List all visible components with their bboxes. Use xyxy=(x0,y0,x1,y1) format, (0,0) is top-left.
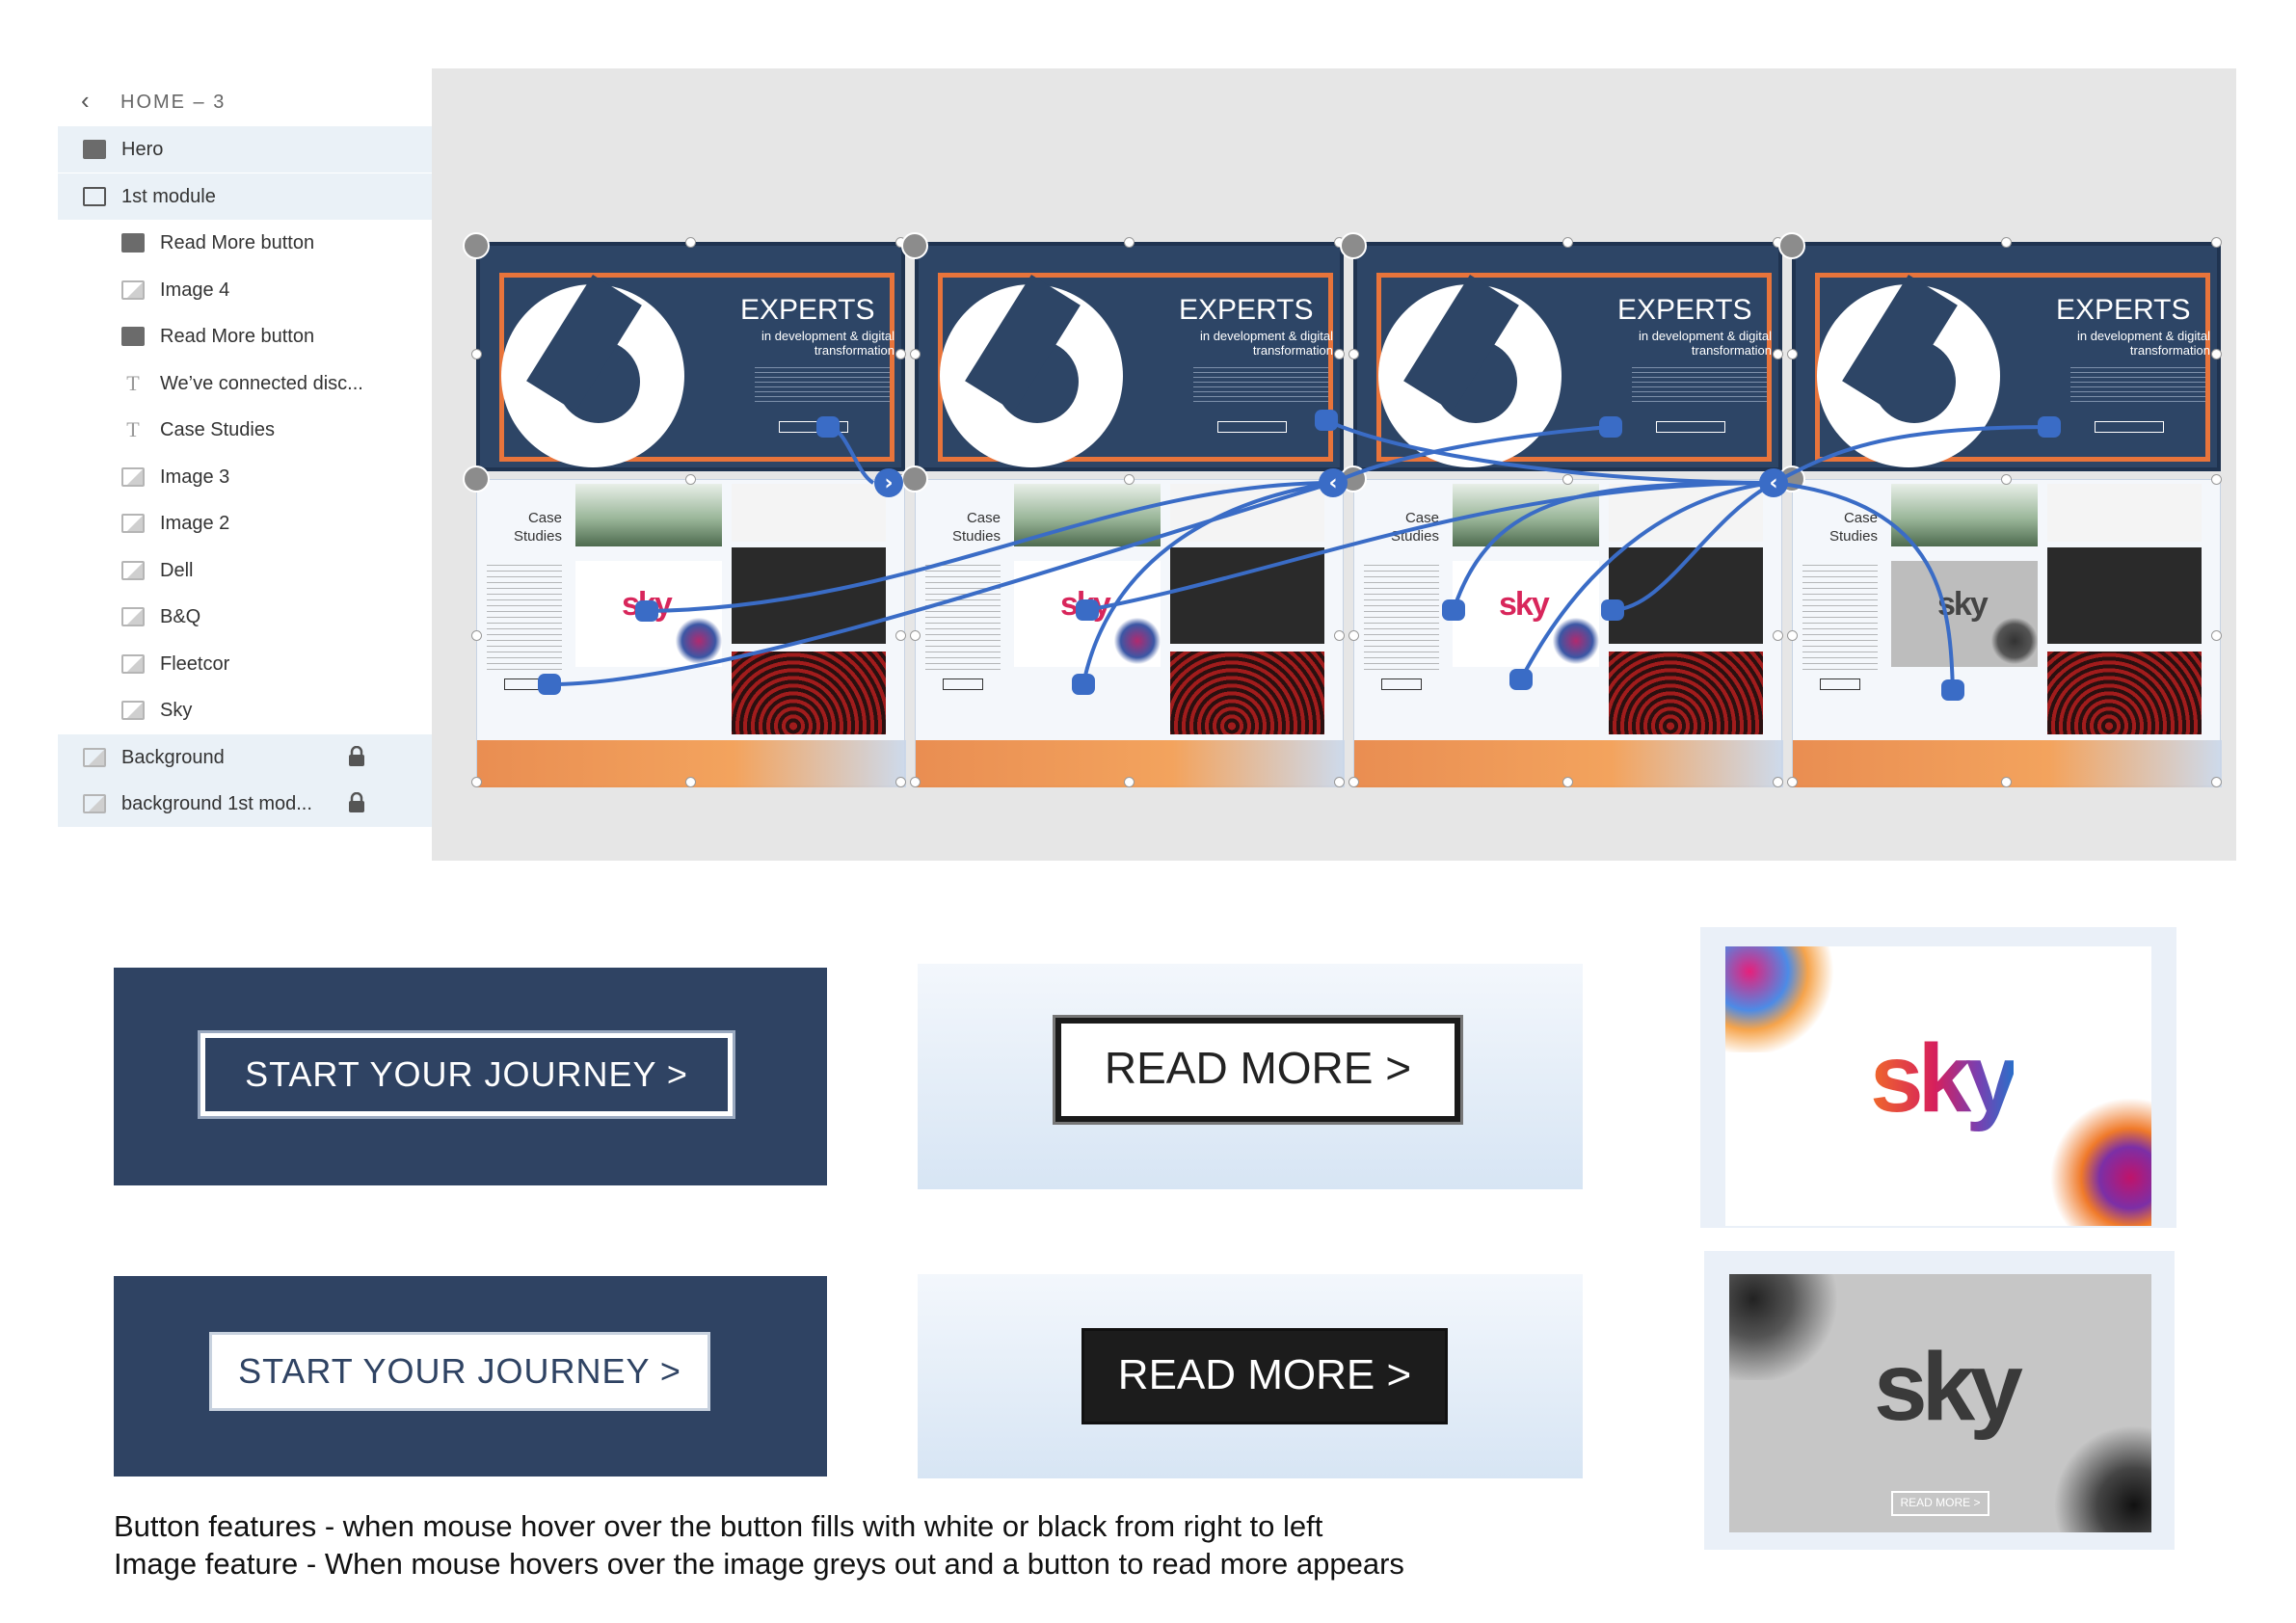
link-source-hotspot[interactable] xyxy=(1315,410,1338,431)
prototype-link[interactable] xyxy=(1612,481,1775,612)
folder-filled-icon xyxy=(121,327,145,346)
layer-label: 1st module xyxy=(121,185,216,207)
sky-image-card-hover[interactable]: sky READ MORE > xyxy=(1704,1251,2175,1550)
layer-label: B&Q xyxy=(160,606,201,627)
image-feature-note: Image feature - When mouse hovers over t… xyxy=(114,1547,1404,1581)
prototype-link[interactable] xyxy=(1773,481,1955,691)
layer-item[interactable]: Dell xyxy=(58,547,432,594)
sky-image: sky xyxy=(1725,946,2151,1226)
folder-outline-icon xyxy=(83,186,106,206)
folder-filled-icon xyxy=(121,233,145,253)
layer-item[interactable]: Sky xyxy=(58,687,432,733)
button-feature-note: Button features - when mouse hover over … xyxy=(114,1509,1323,1543)
layer-item[interactable]: B&Q xyxy=(58,594,432,640)
layer-item[interactable]: background 1st mod... xyxy=(58,781,432,827)
image-icon xyxy=(121,514,145,533)
image-icon xyxy=(121,560,145,580)
image-icon xyxy=(83,794,106,813)
arrow-glyph: ‹ xyxy=(1769,471,1777,495)
canvas[interactable]: EXPERTS in development & digital transfor… xyxy=(432,68,2236,861)
chevron-left-icon[interactable]: ‹ xyxy=(81,86,90,116)
layer-label: Background xyxy=(121,746,225,768)
link-source-hotspot[interactable] xyxy=(1509,669,1533,690)
image-icon xyxy=(83,747,106,767)
layer-label: Dell xyxy=(160,559,194,581)
image-icon xyxy=(121,466,145,487)
image-icon xyxy=(121,279,145,300)
link-source-hotspot[interactable] xyxy=(635,600,658,622)
read-more-filled-button[interactable]: READ MORE > xyxy=(1081,1328,1448,1424)
layer-item[interactable]: Image 2 xyxy=(58,500,432,546)
layer-item[interactable]: Hero xyxy=(58,126,432,173)
prototype-link[interactable] xyxy=(1773,425,2050,485)
prototype-link[interactable] xyxy=(1332,425,1612,485)
link-source-hotspot[interactable] xyxy=(1442,599,1465,621)
paint-splash-bottom xyxy=(2047,1419,2151,1532)
link-source-hotspot[interactable] xyxy=(538,674,561,695)
layers-panel: ‹ HOME – 3 Hero 1st module Read More butto… xyxy=(58,68,432,861)
layer-item[interactable]: Read More button xyxy=(58,220,432,266)
prototype-link[interactable] xyxy=(1452,481,1775,611)
layer-item[interactable]: Background xyxy=(58,733,432,781)
text-icon: T xyxy=(126,370,140,395)
text-icon: T xyxy=(126,417,140,441)
link-source-hotspot[interactable] xyxy=(1601,599,1624,621)
button-demo-light-2: READ MORE > xyxy=(918,1274,1583,1478)
layer-label: Read More button xyxy=(160,232,315,253)
link-source-hotspot[interactable] xyxy=(1941,679,1964,701)
lock-icon[interactable] xyxy=(347,745,366,767)
button-demo-light-1: READ MORE > xyxy=(918,964,1583,1189)
sky-image-greyed: sky READ MORE > xyxy=(1729,1274,2151,1532)
layer-label: Hero xyxy=(121,139,164,160)
link-source-hotspot[interactable] xyxy=(1072,674,1095,695)
prototype-link[interactable] xyxy=(1086,481,1775,612)
sky-logo: sky xyxy=(1874,1333,2023,1441)
layer-item[interactable]: 1st module xyxy=(58,173,432,220)
arrow-glyph: › xyxy=(884,471,893,495)
layer-item[interactable]: Fleetcor xyxy=(58,641,432,687)
sky-image-card[interactable]: sky xyxy=(1700,927,2176,1228)
link-source-hotspot[interactable] xyxy=(1076,599,1099,621)
link-source-hotspot[interactable] xyxy=(816,416,840,438)
layer-label: Image 3 xyxy=(160,466,230,488)
read-more-outline-button[interactable]: READ MORE > xyxy=(1055,1018,1460,1122)
layer-label: Image 4 xyxy=(160,279,230,301)
layer-item[interactable]: T We’ve connected disc... xyxy=(58,360,432,407)
layer-label: background 1st mod... xyxy=(121,793,312,814)
image-icon xyxy=(121,701,145,720)
prototype-editor: ‹ HOME – 3 Hero 1st module Read More butto… xyxy=(58,68,2236,861)
start-journey-outline-button[interactable]: START YOUR JOURNEY > xyxy=(200,1033,733,1116)
button-demo-navy-1: START YOUR JOURNEY > xyxy=(114,968,827,1185)
layer-label: Sky xyxy=(160,700,193,721)
paint-splash-bottom xyxy=(2043,1091,2151,1226)
layers-title: HOME – 3 xyxy=(120,92,227,113)
link-source-hotspot[interactable] xyxy=(1599,416,1622,438)
arrow-glyph: ‹ xyxy=(1328,471,1337,495)
layer-label: Read More button xyxy=(160,326,315,347)
prototype-link[interactable] xyxy=(548,481,1334,687)
layer-label: Fleetcor xyxy=(160,652,230,675)
start-journey-filled-button[interactable]: START YOUR JOURNEY > xyxy=(209,1332,710,1411)
prototype-wires: › ‹ ‹ xyxy=(538,410,2061,701)
layer-item[interactable]: T Case Studies xyxy=(58,407,432,453)
image-icon xyxy=(121,653,145,674)
link-source-hotspot[interactable] xyxy=(2038,416,2061,438)
prototype-link[interactable] xyxy=(1325,418,1775,485)
layer-label: Case Studies xyxy=(160,419,275,440)
layer-label: We’ve connected disc... xyxy=(160,372,363,394)
lock-icon[interactable] xyxy=(347,791,366,813)
layer-item[interactable]: Read More button xyxy=(58,313,432,359)
paint-splash-top xyxy=(1729,1274,1855,1380)
prototype-link[interactable] xyxy=(646,481,1334,613)
button-demo-navy-2: START YOUR JOURNEY > xyxy=(114,1276,827,1477)
layer-label: Image 2 xyxy=(160,513,230,534)
folder-filled-icon xyxy=(83,140,106,159)
sky-read-more-button[interactable]: READ MORE > xyxy=(1891,1491,1989,1516)
layer-item[interactable]: Image 4 xyxy=(58,267,432,313)
sky-logo: sky xyxy=(1870,1024,2019,1132)
layers-header[interactable]: ‹ HOME – 3 xyxy=(58,68,432,126)
image-icon xyxy=(121,607,145,626)
paint-splash-top xyxy=(1725,946,1851,1052)
layer-item[interactable]: Image 3 xyxy=(58,454,432,500)
